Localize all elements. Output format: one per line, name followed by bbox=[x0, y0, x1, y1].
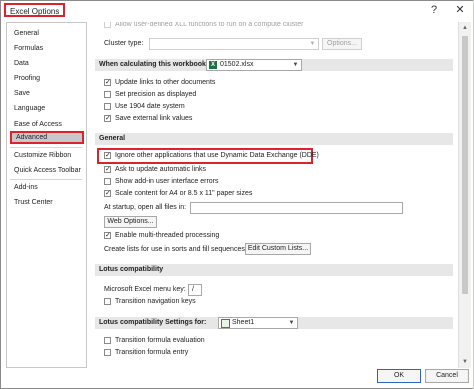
section-title: Lotus compatibility bbox=[99, 266, 164, 273]
workbook-name: 01502.xlsx bbox=[220, 61, 254, 68]
sidebar-item-save[interactable]: Save bbox=[10, 87, 84, 100]
option-save-external-links[interactable]: Save external link values bbox=[93, 113, 393, 125]
option-label: Set precision as displayed bbox=[115, 91, 197, 98]
section-title: When calculating this workbook: bbox=[99, 61, 209, 68]
cluster-options-button[interactable]: Options... bbox=[322, 38, 362, 50]
option-addin-errors[interactable]: Show add-in user interface errors bbox=[93, 176, 393, 188]
option-1904-date[interactable]: Use 1904 date system bbox=[93, 101, 393, 113]
checkbox[interactable] bbox=[104, 150, 111, 162]
checkbox[interactable] bbox=[104, 337, 111, 344]
option-transition-formula-entry[interactable]: Transition formula entry bbox=[93, 347, 393, 359]
sidebar-divider bbox=[10, 147, 82, 148]
close-icon[interactable]: ✕ bbox=[451, 2, 469, 18]
checkbox[interactable] bbox=[104, 22, 111, 28]
option-label: Transition navigation keys bbox=[115, 298, 196, 305]
option-label: Ask to update automatic links bbox=[115, 166, 207, 173]
chevron-down-icon: ▼ bbox=[309, 41, 316, 47]
option-label: Use 1904 date system bbox=[115, 103, 185, 110]
option-transition-formula-eval[interactable]: Transition formula evaluation bbox=[93, 335, 393, 347]
checkbox[interactable] bbox=[104, 298, 111, 305]
menu-key-row: Microsoft Excel menu key: bbox=[93, 284, 393, 296]
web-options-button[interactable]: Web Options... bbox=[104, 216, 157, 228]
scroll-down-icon[interactable]: ▼ bbox=[459, 357, 471, 367]
option-label: Transition formula entry bbox=[115, 349, 189, 356]
checkbox[interactable] bbox=[104, 164, 111, 176]
section-title: General bbox=[99, 135, 126, 142]
option-label: Transition formula evaluation bbox=[115, 337, 205, 344]
option-scale-content[interactable]: Scale content for A4 or 8.5 x 11" paper … bbox=[93, 188, 393, 200]
cluster-type-field[interactable]: ▼ bbox=[149, 38, 319, 50]
option-label: Scale content for A4 or 8.5 x 11" paper … bbox=[115, 190, 253, 197]
checkbox[interactable] bbox=[104, 188, 111, 200]
checkbox[interactable] bbox=[104, 103, 111, 110]
startup-folder-label: At startup, open all files in: bbox=[104, 204, 187, 211]
sidebar-item-advanced[interactable]: Advanced bbox=[10, 131, 84, 144]
sidebar-item-add-ins[interactable]: Add-ins bbox=[10, 181, 84, 194]
option-label: Ignore other applications that use Dynam… bbox=[115, 152, 319, 159]
option-multithreaded[interactable]: Enable multi-threaded processing bbox=[93, 230, 393, 242]
sidebar-item-customize-ribbon[interactable]: Customize Ribbon bbox=[10, 149, 84, 162]
option-ignore-dde[interactable]: Ignore other applications that use Dynam… bbox=[93, 150, 393, 162]
menu-key-input[interactable]: / bbox=[188, 284, 202, 296]
title-bar: Excel Options ? ✕ bbox=[1, 1, 473, 21]
help-icon[interactable]: ? bbox=[425, 2, 443, 18]
chevron-down-icon: ▼ bbox=[292, 62, 299, 68]
sidebar-item-proofing[interactable]: Proofing bbox=[10, 72, 84, 85]
checkbox[interactable] bbox=[104, 178, 111, 185]
scroll-up-icon[interactable]: ▲ bbox=[459, 23, 471, 33]
ok-button[interactable]: OK bbox=[377, 369, 421, 383]
checkbox[interactable] bbox=[104, 230, 111, 242]
checkbox[interactable] bbox=[104, 349, 111, 356]
dialog-title: Excel Options bbox=[4, 3, 66, 17]
sidebar-item-data[interactable]: Data bbox=[10, 57, 84, 70]
option-label: Save external link values bbox=[115, 115, 193, 122]
option-label: Update links to other documents bbox=[115, 79, 216, 86]
sidebar-item-formulas[interactable]: Formulas bbox=[10, 42, 84, 55]
lotus-section-header: Lotus compatibility bbox=[95, 264, 453, 276]
category-sidebar: General Formulas Data Proofing Save Lang… bbox=[6, 22, 87, 368]
section-title: Lotus compatibility Settings for: bbox=[99, 319, 207, 326]
sheet-icon bbox=[221, 319, 230, 328]
sidebar-item-ease-of-access[interactable]: Ease of Access bbox=[10, 118, 84, 131]
sidebar-divider bbox=[10, 179, 82, 180]
sheet-name: Sheet1 bbox=[232, 319, 255, 326]
excel-file-icon: X bbox=[209, 61, 217, 69]
xll-cluster-option[interactable]: Allow user-defined XLL functions to run … bbox=[93, 22, 453, 31]
sidebar-item-quick-access-toolbar[interactable]: Quick Access Toolbar bbox=[10, 164, 84, 177]
cluster-type-label: Cluster type: bbox=[104, 40, 144, 47]
option-label: Allow user-defined XLL functions to run … bbox=[115, 22, 304, 28]
edit-custom-lists-button[interactable]: Edit Custom Lists... bbox=[245, 243, 311, 255]
checkbox[interactable] bbox=[104, 77, 111, 89]
scrollbar-thumb[interactable] bbox=[462, 36, 468, 294]
option-update-links[interactable]: Update links to other documents bbox=[93, 77, 393, 89]
custom-lists-row: Create lists for use in sorts and fill s… bbox=[93, 244, 393, 256]
option-label: Show add-in user interface errors bbox=[115, 178, 219, 185]
chevron-down-icon: ▼ bbox=[288, 320, 295, 326]
sidebar-item-general[interactable]: General bbox=[10, 27, 84, 40]
checkbox[interactable] bbox=[104, 113, 111, 125]
option-set-precision[interactable]: Set precision as displayed bbox=[93, 89, 393, 101]
option-label: Enable multi-threaded processing bbox=[115, 232, 220, 239]
sidebar-item-trust-center[interactable]: Trust Center bbox=[10, 196, 84, 209]
cancel-button[interactable]: Cancel bbox=[425, 369, 469, 383]
sheet-dropdown[interactable]: Sheet1 ▼ bbox=[218, 317, 298, 329]
options-scrollbar[interactable]: ▲ ▼ bbox=[458, 22, 471, 368]
workbook-dropdown[interactable]: X 01502.xlsx ▼ bbox=[206, 59, 302, 71]
custom-lists-label: Create lists for use in sorts and fill s… bbox=[104, 246, 247, 253]
startup-folder-input[interactable] bbox=[190, 202, 403, 214]
general-section-header: General bbox=[95, 133, 453, 145]
menu-key-label: Microsoft Excel menu key: bbox=[104, 286, 186, 293]
sidebar-item-language[interactable]: Language bbox=[10, 102, 84, 115]
checkbox[interactable] bbox=[104, 91, 111, 98]
advanced-options-panel: Allow user-defined XLL functions to run … bbox=[93, 22, 457, 368]
option-transition-nav-keys[interactable]: Transition navigation keys bbox=[93, 296, 393, 308]
option-ask-update-links[interactable]: Ask to update automatic links bbox=[93, 164, 393, 176]
